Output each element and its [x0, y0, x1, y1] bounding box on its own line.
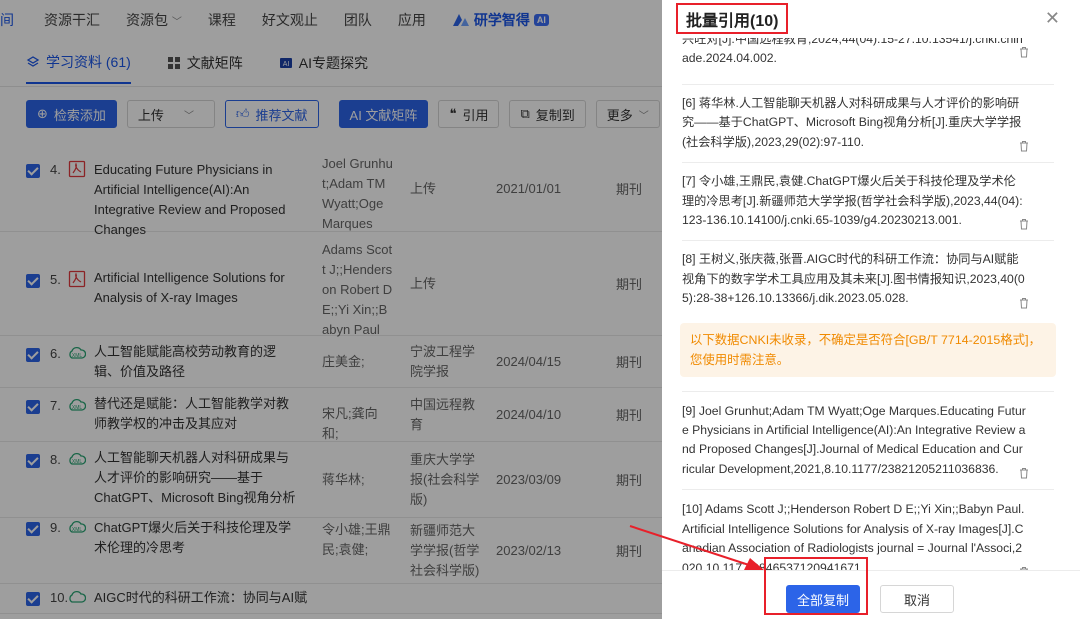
trash-icon[interactable] [1018, 140, 1030, 152]
citation-text: [7] 令小雄,王鼎民,袁健.ChatGPT爆火后关于科技伦理及学术伦理的冷思考… [682, 174, 1023, 228]
drawer-header: 批量引用(10) ✕ [662, 0, 1080, 38]
divider [682, 162, 1054, 164]
close-icon[interactable]: ✕ [1045, 9, 1060, 27]
citation-item: [7] 令小雄,王鼎民,袁健.ChatGPT爆火后关于科技伦理及学术伦理的冷思考… [662, 172, 1056, 230]
trash-icon[interactable] [1018, 218, 1030, 230]
citation-item: 兴旺对[J].中国远程教育,2024,44(04):15-27.10.13541… [662, 38, 1056, 68]
copy-all-button[interactable]: 全部复制 [786, 585, 860, 613]
batch-citation-drawer: 批量引用(10) ✕ 兴旺对[J].中国远程教育,2024,44(04):15-… [662, 0, 1080, 619]
divider [682, 240, 1054, 242]
cancel-button[interactable]: 取消 [880, 585, 954, 613]
citation-list: 兴旺对[J].中国远程教育,2024,44(04):15-27.10.13541… [662, 38, 1080, 570]
drawer-footer [662, 570, 1080, 619]
trash-icon[interactable] [1018, 297, 1030, 309]
citation-item: [6] 蒋华林.人工智能聊天机器人对科研成果与人才评价的影响研究——基于Chat… [662, 94, 1056, 152]
citation-text: 兴旺对[J].中国远程教育,2024,44(04):15-27.10.13541… [682, 38, 1023, 66]
citation-text: [8] 王树义,张庆薇,张晋.AIGC时代的科研工作流：协同与AI赋能视角下的数… [682, 252, 1025, 306]
divider [682, 84, 1054, 85]
citation-item: [9] Joel Grunhut;Adam TM Wyatt;Oge Marqu… [662, 402, 1056, 480]
citation-item: [8] 王树义,张庆薇,张晋.AIGC时代的科研工作流：协同与AI赋能视角下的数… [662, 250, 1056, 309]
trash-icon[interactable] [1018, 467, 1030, 479]
divider [682, 489, 1054, 491]
not-indexed-warning: 以下数据CNKI未收录，不确定是否符合[GB/T 7714-2015格式]，您使… [680, 322, 1056, 377]
divider [682, 390, 1054, 392]
drawer-title: 批量引用(10) [676, 3, 789, 34]
trash-icon[interactable] [1018, 46, 1030, 58]
citation-text: [9] Joel Grunhut;Adam TM Wyatt;Oge Marqu… [682, 403, 1026, 476]
modal-overlay[interactable] [0, 0, 662, 619]
citation-text: [6] 蒋华林.人工智能聊天机器人对科研成果与人才评价的影响研究——基于Chat… [682, 96, 1022, 149]
